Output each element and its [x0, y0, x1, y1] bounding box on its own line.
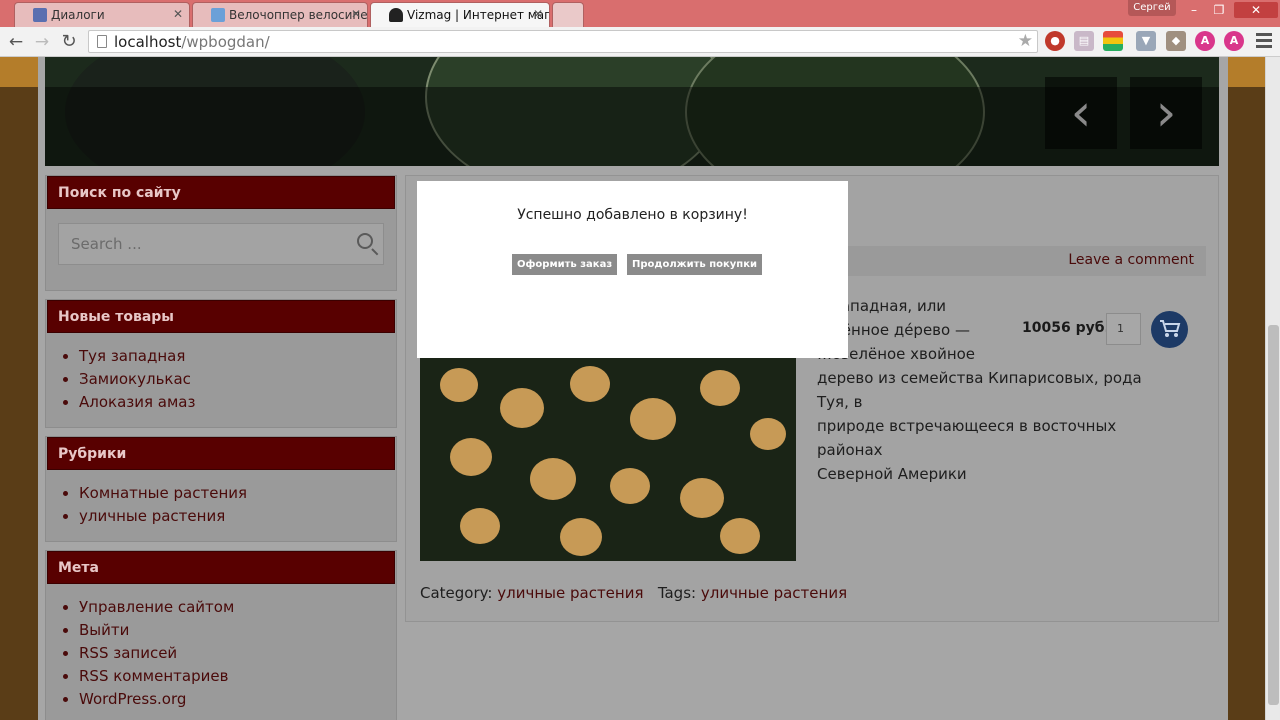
- shield-extension-icon[interactable]: ▼: [1136, 31, 1156, 51]
- tab-title: Велочоппер велосипед д: [229, 8, 368, 22]
- added-to-cart-modal: Успешно добавлено в корзину! Оформить за…: [417, 181, 848, 358]
- tab-close-icon[interactable]: ✕: [173, 7, 183, 21]
- list-item[interactable]: RSS записей: [79, 642, 396, 665]
- categories-widget: Рубрики Комнатные растения уличные расте…: [45, 436, 397, 542]
- list-item[interactable]: уличные растения: [79, 505, 396, 528]
- list-item[interactable]: Выйти: [79, 619, 396, 642]
- category-tags-line: Category: уличные растения Tags: уличные…: [420, 584, 848, 602]
- scrollbar-thumb[interactable]: [1268, 325, 1279, 705]
- new-products-list: Туя западная Замиокулькас Алоказия амаз: [46, 333, 396, 414]
- continue-shopping-button[interactable]: Продолжить покупки: [627, 254, 763, 275]
- product-image[interactable]: [420, 358, 796, 561]
- new-products-widget: Новые товары Туя западная Замиокулькас А…: [45, 299, 397, 428]
- tab-title: Диалоги: [51, 8, 105, 22]
- list-item[interactable]: Комнатные растения: [79, 482, 396, 505]
- tab-velochopper[interactable]: Велочоппер велосипед д ✕: [192, 2, 368, 27]
- checkout-button[interactable]: Оформить заказ: [512, 254, 618, 275]
- back-arrow-icon[interactable]: ←: [5, 31, 27, 53]
- sidebar: Поиск по сайту Search ... Новые товары Т…: [45, 175, 397, 720]
- tab-vizmag[interactable]: Vizmag | Интернет магаз ✕: [370, 2, 550, 27]
- cat-extension-icon[interactable]: ◆: [1166, 31, 1186, 51]
- product-price: 10056 руб.: [1022, 320, 1110, 336]
- list-item[interactable]: RSS комментариев: [79, 665, 396, 688]
- dialogs-favicon-icon: [33, 8, 47, 22]
- category-link[interactable]: уличные растения: [497, 584, 643, 602]
- forward-arrow-icon[interactable]: →: [31, 31, 53, 53]
- categories-list: Комнатные растения уличные растения: [46, 470, 396, 528]
- tab-title: Vizmag | Интернет магаз: [407, 8, 550, 22]
- list-item[interactable]: Алоказия амаз: [79, 391, 396, 414]
- reload-icon[interactable]: ↻: [58, 31, 80, 53]
- color-extension-icon[interactable]: [1103, 31, 1123, 51]
- quantity-input[interactable]: 1: [1106, 313, 1141, 345]
- tab-close-icon[interactable]: ✕: [351, 7, 361, 21]
- google-favicon-icon: [211, 8, 225, 22]
- incognito-favicon-icon: [389, 8, 403, 22]
- widget-title: Новые товары: [47, 300, 395, 333]
- letter-a-extension-icon[interactable]: A: [1195, 31, 1215, 51]
- extension-icon[interactable]: ▤: [1074, 31, 1094, 51]
- cart-icon: [1160, 320, 1181, 337]
- bookmark-star-icon[interactable]: ★: [1018, 31, 1033, 51]
- menu-hamburger-icon[interactable]: [1256, 33, 1272, 51]
- list-item[interactable]: Замиокулькас: [79, 368, 396, 391]
- browser-titlebar: Диалоги ✕ Велочоппер велосипед д ✕ Vizma…: [0, 0, 1280, 27]
- slider-overlay: [45, 87, 1219, 166]
- widget-title: Мета: [47, 551, 395, 584]
- letter-a-extension-icon[interactable]: A: [1224, 31, 1244, 51]
- profile-user[interactable]: Сергей: [1128, 0, 1176, 16]
- tab-close-icon[interactable]: ✕: [533, 7, 543, 21]
- new-tab-button[interactable]: [552, 2, 584, 27]
- search-input[interactable]: Search ...: [58, 223, 384, 265]
- restore-icon[interactable]: ❐: [1208, 2, 1230, 18]
- slider-prev-arrow-icon[interactable]: ‹: [1045, 77, 1117, 149]
- leave-comment-link[interactable]: Leave a comment: [1068, 252, 1194, 268]
- modal-message: Успешно добавлено в корзину!: [517, 207, 748, 223]
- search-placeholder: Search ...: [71, 235, 142, 253]
- list-item[interactable]: WordPress.org: [79, 688, 396, 711]
- page-icon: [97, 35, 107, 48]
- widget-title: Поиск по сайту: [47, 176, 395, 209]
- tag-link[interactable]: уличные растения: [701, 584, 847, 602]
- adblock-extension-icon[interactable]: ●: [1045, 31, 1065, 51]
- search-icon[interactable]: [357, 233, 373, 249]
- url-text: localhost/wpbogdan/: [114, 33, 270, 51]
- page: ‹ › Поиск по сайту Search ... Новые това…: [0, 57, 1280, 720]
- minimize-icon[interactable]: –: [1184, 2, 1204, 18]
- address-bar[interactable]: localhost/wpbogdan/ ★: [88, 30, 1038, 53]
- browser-toolbar: ← → ↻ localhost/wpbogdan/ ★ ● ▤ ▼ ◆ A A: [0, 27, 1280, 57]
- list-item[interactable]: Управление сайтом: [79, 596, 396, 619]
- hero-slider: ‹ ›: [45, 57, 1219, 166]
- meta-widget: Мета Управление сайтом Выйти RSS записей…: [45, 550, 397, 720]
- meta-list: Управление сайтом Выйти RSS записей RSS …: [46, 584, 396, 711]
- add-to-cart-button[interactable]: [1151, 311, 1188, 348]
- tab-dialogs[interactable]: Диалоги ✕: [14, 2, 190, 27]
- slider-next-arrow-icon[interactable]: ›: [1130, 77, 1202, 149]
- search-widget: Поиск по сайту Search ...: [45, 175, 397, 291]
- close-window-icon[interactable]: ✕: [1234, 2, 1278, 18]
- page-scrollbar[interactable]: [1265, 57, 1280, 720]
- widget-title: Рубрики: [47, 437, 395, 470]
- list-item[interactable]: Туя западная: [79, 345, 396, 368]
